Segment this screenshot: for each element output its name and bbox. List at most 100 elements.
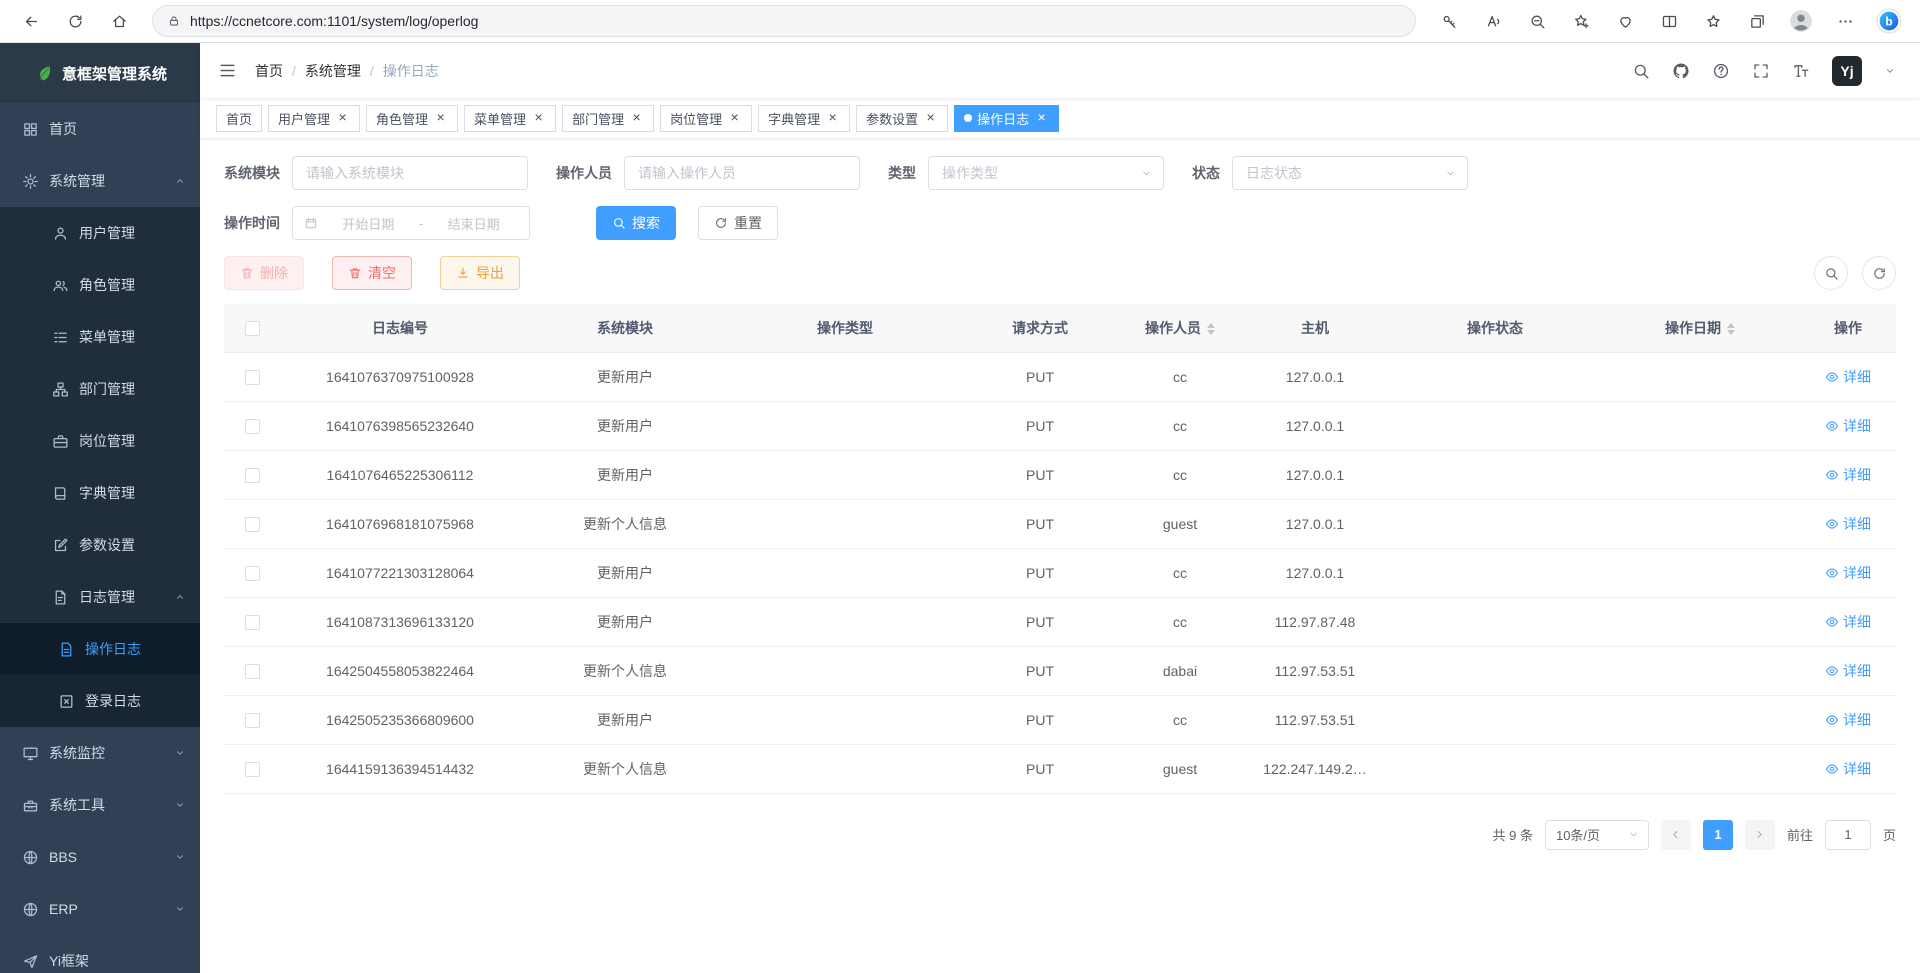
clear-button[interactable]: 清空 — [332, 256, 412, 290]
sidebar-item-menu-mgmt[interactable]: 菜单管理 — [0, 311, 200, 363]
status-select[interactable]: 日志状态 — [1232, 156, 1468, 190]
close-tab-icon[interactable]: × — [825, 111, 840, 126]
read-aloud-icon[interactable] — [1478, 6, 1508, 36]
page-number-current[interactable]: 1 — [1703, 820, 1733, 850]
detail-link[interactable]: 详细 — [1825, 367, 1871, 387]
page-size-select[interactable]: 10条/页 — [1545, 820, 1649, 850]
tab-item[interactable]: 字典管理× — [758, 105, 850, 132]
sort-icon[interactable] — [1207, 323, 1215, 335]
prev-page-button[interactable] — [1661, 820, 1691, 850]
export-button[interactable]: 导出 — [440, 256, 520, 290]
tab-item[interactable]: 参数设置× — [856, 105, 948, 132]
sidebar-item-login-log[interactable]: 登录日志 — [0, 675, 200, 727]
row-checkbox[interactable] — [245, 713, 260, 728]
row-checkbox[interactable] — [245, 468, 260, 483]
sidebar-item-log-mgmt[interactable]: 日志管理 — [0, 571, 200, 623]
sidebar-item-system-tools[interactable]: 系统工具 — [0, 779, 200, 831]
sidebar-item-dept-mgmt[interactable]: 部门管理 — [0, 363, 200, 415]
chevron-down-icon[interactable] — [1884, 65, 1896, 77]
detail-link[interactable]: 详细 — [1825, 563, 1871, 583]
breadcrumb-home[interactable]: 首页 — [255, 61, 283, 81]
row-checkbox[interactable] — [245, 370, 260, 385]
trash-icon — [348, 266, 362, 280]
row-checkbox[interactable] — [245, 762, 260, 777]
profile-avatar-icon[interactable] — [1786, 6, 1816, 36]
row-checkbox[interactable] — [245, 419, 260, 434]
sidebar-toggle-icon[interactable] — [218, 61, 237, 80]
sidebar-item-post-mgmt[interactable]: 岗位管理 — [0, 415, 200, 467]
close-tab-icon[interactable]: × — [1034, 111, 1049, 126]
detail-link[interactable]: 详细 — [1825, 759, 1871, 779]
tab-item[interactable]: 岗位管理× — [660, 105, 752, 132]
sort-icon[interactable] — [1727, 323, 1735, 335]
split-screen-icon[interactable] — [1654, 6, 1684, 36]
breadcrumb-system[interactable]: 系统管理 — [305, 61, 361, 81]
font-size-icon[interactable] — [1792, 62, 1810, 80]
sidebar-item-role-mgmt[interactable]: 角色管理 — [0, 259, 200, 311]
back-icon[interactable] — [16, 6, 46, 36]
sidebar-item-home[interactable]: 首页 — [0, 103, 200, 155]
sidebar-item-dict-mgmt[interactable]: 字典管理 — [0, 467, 200, 519]
close-tab-icon[interactable]: × — [531, 111, 546, 126]
sidebar-item-system-monitor[interactable]: 系统监控 — [0, 727, 200, 779]
reset-button[interactable]: 重置 — [698, 206, 778, 240]
sidebar-item-oper-log[interactable]: 操作日志 — [0, 623, 200, 675]
row-checkbox[interactable] — [245, 615, 260, 630]
github-icon[interactable] — [1672, 62, 1690, 80]
close-tab-icon[interactable]: × — [433, 111, 448, 126]
search-circle-button[interactable] — [1814, 256, 1848, 290]
tab-item[interactable]: 菜单管理× — [464, 105, 556, 132]
search-button[interactable]: 搜索 — [596, 206, 676, 240]
operator-input[interactable] — [624, 156, 860, 190]
row-checkbox[interactable] — [245, 566, 260, 581]
zoom-out-icon[interactable] — [1522, 6, 1552, 36]
sidebar-item-param-settings[interactable]: 参数设置 — [0, 519, 200, 571]
date-range-input[interactable]: 开始日期 - 结束日期 — [292, 206, 530, 240]
detail-link[interactable]: 详细 — [1825, 612, 1871, 632]
type-select[interactable]: 操作类型 — [928, 156, 1164, 190]
tab-item[interactable]: 操作日志× — [954, 105, 1059, 132]
refresh-circle-button[interactable] — [1862, 256, 1896, 290]
close-tab-icon[interactable]: × — [335, 111, 350, 126]
more-icon[interactable] — [1830, 6, 1860, 36]
detail-link[interactable]: 详细 — [1825, 514, 1871, 534]
refresh-icon[interactable] — [60, 6, 90, 36]
sidebar-item-user-mgmt[interactable]: 用户管理 — [0, 207, 200, 259]
close-tab-icon[interactable]: × — [727, 111, 742, 126]
close-tab-icon[interactable]: × — [629, 111, 644, 126]
sidebar-item-bbs[interactable]: BBS — [0, 831, 200, 883]
sidebar-item-erp[interactable]: ERP — [0, 883, 200, 935]
delete-button[interactable]: 删除 — [224, 256, 304, 290]
close-tab-icon[interactable]: × — [923, 111, 938, 126]
essentials-icon[interactable] — [1610, 6, 1640, 36]
module-input[interactable] — [292, 156, 528, 190]
help-icon[interactable] — [1712, 62, 1730, 80]
detail-link[interactable]: 详细 — [1825, 416, 1871, 436]
goto-page-input[interactable] — [1825, 820, 1871, 850]
detail-link[interactable]: 详细 — [1825, 661, 1871, 681]
next-page-button[interactable] — [1745, 820, 1775, 850]
detail-link[interactable]: 详细 — [1825, 465, 1871, 485]
bing-logo-icon[interactable]: b — [1874, 6, 1904, 36]
favorite-add-icon[interactable] — [1566, 6, 1596, 36]
key-icon[interactable] — [1434, 6, 1464, 36]
column-header[interactable]: 操作日期 — [1600, 304, 1800, 352]
search-icon[interactable] — [1632, 62, 1650, 80]
row-checkbox[interactable] — [245, 664, 260, 679]
row-checkbox[interactable] — [245, 517, 260, 532]
tab-item[interactable]: 部门管理× — [562, 105, 654, 132]
user-avatar-logo[interactable]: Yj — [1832, 56, 1862, 86]
fullscreen-icon[interactable] — [1752, 62, 1770, 80]
tab-item[interactable]: 用户管理× — [268, 105, 360, 132]
column-header[interactable]: 操作人员 — [1120, 304, 1240, 352]
address-bar[interactable]: https://ccnetcore.com:1101/system/log/op… — [152, 5, 1416, 37]
tab-item[interactable]: 首页 — [216, 105, 262, 132]
favorites-icon[interactable] — [1698, 6, 1728, 36]
sidebar-item-yi-framework[interactable]: Yi框架 — [0, 935, 200, 973]
home-icon[interactable] — [104, 6, 134, 36]
sidebar-item-system-mgmt[interactable]: 系统管理 — [0, 155, 200, 207]
collections-icon[interactable] — [1742, 6, 1772, 36]
detail-link[interactable]: 详细 — [1825, 710, 1871, 730]
tab-item[interactable]: 角色管理× — [366, 105, 458, 132]
select-all-checkbox[interactable] — [245, 321, 260, 336]
